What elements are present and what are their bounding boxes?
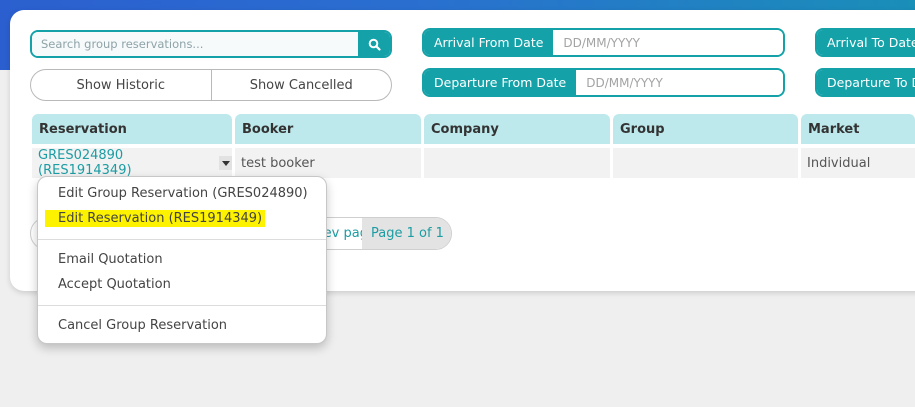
arrival-from-label: Arrival From Date: [424, 30, 554, 55]
show-cancelled-button[interactable]: Show Cancelled: [210, 70, 392, 100]
reservation-actions-menu: Edit Group Reservation (GRES024890) Edit…: [37, 176, 327, 344]
menu-item-cancel-group-reservation[interactable]: Cancel Group Reservation: [58, 318, 227, 333]
row-actions-toggle[interactable]: [219, 156, 232, 170]
table-cell-reservation: GRES024890 (RES1914349): [32, 148, 232, 178]
show-historic-button[interactable]: Show Historic: [31, 70, 211, 100]
search-button[interactable]: [358, 32, 390, 56]
menu-item-edit-reservation[interactable]: Edit Reservation (RES1914349): [45, 210, 266, 227]
reservation-link[interactable]: GRES024890 (RES1914349): [38, 148, 215, 178]
column-header-market[interactable]: Market: [801, 114, 915, 144]
page-info: Page 1 of 1: [362, 218, 451, 249]
table-cell-company: [424, 148, 610, 178]
arrival-to-label: Arrival To Date: [817, 30, 915, 55]
arrival-from-field: Arrival From Date: [422, 28, 785, 57]
column-header-booker[interactable]: Booker: [235, 114, 421, 144]
table-cell-group: [613, 148, 798, 178]
departure-from-field: Departure From Date: [422, 68, 785, 97]
arrival-from-input[interactable]: [553, 30, 783, 55]
menu-item-email-quotation[interactable]: Email Quotation: [58, 252, 163, 267]
arrival-to-field: Arrival To Date: [815, 28, 915, 57]
historic-cancelled-toggle: Show Historic Show Cancelled: [30, 69, 392, 101]
departure-to-label: Departure To Date: [817, 70, 915, 95]
menu-divider: [38, 305, 326, 306]
caret-down-icon: [221, 160, 230, 166]
menu-item-edit-group-reservation[interactable]: Edit Group Reservation (GRES024890): [58, 186, 308, 201]
departure-from-input[interactable]: [576, 70, 783, 95]
menu-divider: [38, 239, 326, 240]
column-header-reservation[interactable]: Reservation: [32, 114, 232, 144]
search-box: [30, 30, 392, 58]
table-cell-market: Individual: [801, 148, 915, 178]
departure-from-label: Departure From Date: [424, 70, 577, 95]
departure-to-field: Departure To Date: [815, 68, 915, 97]
search-input[interactable]: [32, 32, 358, 56]
search-icon: [368, 38, 381, 51]
table-cell-booker: test booker: [235, 148, 421, 178]
column-header-group[interactable]: Group: [613, 114, 798, 144]
column-header-company[interactable]: Company: [424, 114, 610, 144]
menu-item-accept-quotation[interactable]: Accept Quotation: [58, 277, 171, 292]
